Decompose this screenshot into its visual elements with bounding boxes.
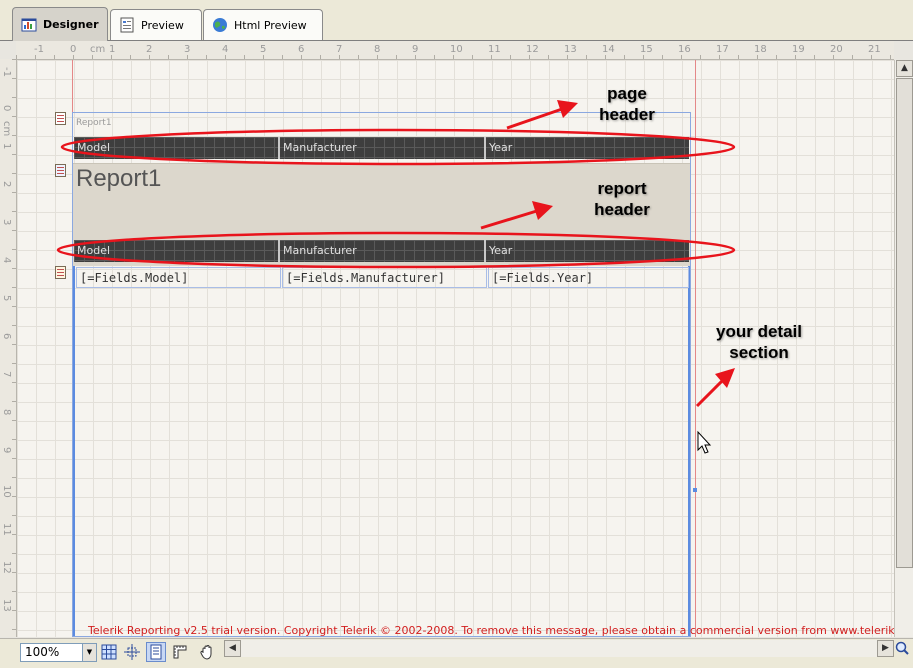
resize-handle[interactable] — [693, 488, 697, 492]
tab-html-preview[interactable]: Html Preview — [203, 9, 323, 40]
trial-watermark: Telerik Reporting v2.5 trial version. Co… — [88, 624, 913, 637]
ruler-label: 8 — [374, 44, 381, 55]
ruler-label: 9 — [412, 44, 419, 55]
mouse-cursor-icon — [697, 430, 712, 454]
ruler-label: 18 — [754, 44, 767, 55]
ruler-label: 13 — [1, 599, 12, 612]
ruler-label: 1 — [109, 44, 116, 55]
zoom-select[interactable]: 100% ▼ — [20, 643, 97, 662]
horizontal-ruler: -1 0 cm 1 2 3 4 5 6 7 8 9 10 11 12 13 14 15 16 17 18 19 20 21 — [16, 41, 894, 60]
ruler-label: 2 — [146, 44, 153, 55]
ruler-label: -1 — [1, 67, 12, 77]
ruler-label: -1 — [34, 44, 44, 55]
preview-icon — [120, 17, 134, 33]
tab-designer[interactable]: Designer — [12, 7, 108, 41]
scroll-right-button[interactable]: ▶ — [877, 640, 894, 657]
ruler-label: 17 — [716, 44, 729, 55]
page-view-button[interactable] — [146, 642, 166, 662]
ruler-label: cm — [1, 121, 12, 137]
ruler-label: 13 — [564, 44, 577, 55]
status-bar: 100% ▼ ◀ ▶ — [0, 638, 913, 668]
detail-section-annotation: your detail section — [697, 321, 821, 363]
ruler-label: 1 — [1, 143, 12, 150]
horizontal-scrollbar[interactable]: ◀ ▶ — [224, 640, 894, 657]
grid-icon — [101, 644, 117, 660]
vertical-scroll-thumb[interactable] — [896, 78, 913, 568]
magnifier-icon — [895, 641, 909, 655]
ruler-label: 2 — [1, 181, 12, 188]
report-header-annotation-text: report header — [594, 179, 650, 219]
ruler-label: 7 — [336, 44, 343, 55]
tab-label: Designer — [43, 18, 99, 31]
tab-preview[interactable]: Preview — [110, 9, 202, 40]
ruler-label: 8 — [1, 409, 12, 416]
vertical-ruler: -1 0 cm 1 2 3 4 5 6 7 8 9 10 11 12 13 — [0, 59, 17, 637]
page-header-annotation-text: page header — [599, 84, 655, 124]
design-surface[interactable]: Report1 Model Manufacturer Year Report1 … — [17, 60, 894, 637]
globe-icon — [213, 18, 227, 32]
ruler-label: 21 — [868, 44, 881, 55]
scroll-left-button[interactable]: ◀ — [224, 640, 241, 657]
ruler-label: 3 — [1, 219, 12, 226]
ruler-toggle-button[interactable] — [170, 642, 190, 662]
ruler-label: 12 — [526, 44, 539, 55]
report-header-arrow — [480, 208, 541, 230]
ruler-label: 6 — [298, 44, 305, 55]
page-icon — [150, 644, 162, 660]
ruler-label: 12 — [1, 561, 12, 574]
vertical-scrollbar[interactable]: ▲ — [894, 60, 913, 637]
ruler-label: 10 — [1, 485, 12, 498]
detail-arrow — [695, 376, 727, 408]
report-header-arrowhead — [532, 201, 553, 220]
ruler-label: 4 — [1, 257, 12, 264]
detail-section-annotation-text: your detail section — [716, 322, 802, 362]
ruler-label: 5 — [1, 295, 12, 302]
tab-label: Html Preview — [234, 18, 307, 32]
grid-toggle-button[interactable] — [99, 642, 119, 662]
ruler-label: 0 — [70, 44, 77, 55]
ruler-label: 4 — [222, 44, 229, 55]
ruler-label: 6 — [1, 333, 12, 340]
ruler-label: 16 — [678, 44, 691, 55]
ruler-label: 5 — [260, 44, 267, 55]
ruler-label: 19 — [792, 44, 805, 55]
pan-tool-button[interactable] — [197, 642, 217, 662]
ruler-label: 15 — [640, 44, 653, 55]
ruler-label: 0 — [1, 105, 12, 112]
report-header-annotation: report header — [568, 178, 676, 220]
page-header-arrow — [506, 106, 566, 130]
ruler-icon — [173, 645, 187, 659]
ruler-label: 20 — [830, 44, 843, 55]
page-header-highlight — [60, 128, 736, 166]
ruler-label: 11 — [1, 523, 12, 536]
zoom-value: 100% — [25, 645, 60, 659]
page-header-annotation: page header — [575, 83, 679, 125]
chevron-down-icon[interactable]: ▼ — [82, 644, 96, 661]
report-designer-window: Designer Preview Html Preview -1 0 cm 1 2 3 4 5… — [0, 0, 913, 668]
tab-bar: Designer Preview Html Preview — [0, 0, 913, 41]
snap-to-grid-button[interactable] — [122, 642, 142, 662]
snap-grid-icon — [124, 644, 140, 660]
ruler-label: 14 — [602, 44, 615, 55]
tab-label: Preview — [141, 18, 184, 32]
zoom-tool-button[interactable] — [894, 640, 912, 658]
ruler-label: 3 — [184, 44, 191, 55]
report-header-highlight — [56, 231, 736, 269]
hand-icon — [200, 645, 212, 660]
ruler-label: 7 — [1, 371, 12, 378]
ruler-label: cm — [90, 44, 106, 55]
ruler-label: 10 — [450, 44, 463, 55]
ruler-label: 9 — [1, 447, 12, 454]
designer-icon — [21, 18, 37, 31]
ruler-label: 11 — [488, 44, 501, 55]
scroll-up-button[interactable]: ▲ — [896, 60, 913, 77]
